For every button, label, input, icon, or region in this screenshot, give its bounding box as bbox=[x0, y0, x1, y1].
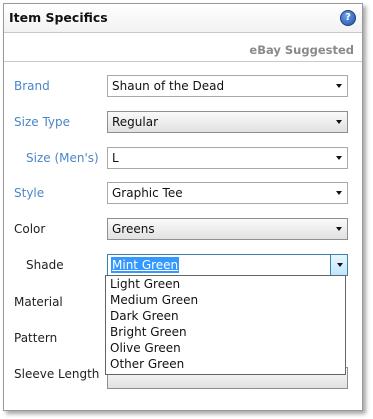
color-label: Color bbox=[14, 222, 46, 236]
sleeve-length-label: Sleeve Length bbox=[14, 367, 100, 381]
chevron-down-icon bbox=[337, 263, 343, 267]
shade-dropdown-list: Light Green Medium Green Dark Green Brig… bbox=[105, 275, 346, 375]
pattern-label: Pattern bbox=[14, 331, 58, 345]
size-mens-select[interactable]: L bbox=[107, 147, 348, 169]
brand-row: Brand Shaun of the Dead bbox=[4, 75, 362, 97]
size-mens-value: L bbox=[112, 151, 119, 165]
panel-header: Item Specifics ? bbox=[4, 4, 362, 33]
chevron-down-icon bbox=[336, 84, 342, 88]
style-label: Style bbox=[14, 186, 45, 200]
dropdown-option[interactable]: Bright Green bbox=[106, 324, 345, 340]
size-type-value: Regular bbox=[112, 115, 159, 129]
chevron-down-icon bbox=[336, 227, 342, 231]
dropdown-button[interactable] bbox=[330, 255, 347, 275]
dropdown-option[interactable]: Dark Green bbox=[106, 308, 345, 324]
size-mens-row: Size (Men's) L bbox=[4, 147, 362, 169]
dropdown-option[interactable]: Light Green bbox=[106, 276, 345, 292]
style-row: Style Graphic Tee bbox=[4, 182, 362, 204]
shade-label: Shade bbox=[26, 258, 64, 272]
color-row: Color Greens bbox=[4, 218, 362, 240]
shade-select[interactable]: Mint Green bbox=[107, 254, 348, 276]
chevron-down-icon bbox=[336, 120, 342, 124]
brand-value: Shaun of the Dead bbox=[112, 79, 225, 93]
size-type-row: Size Type Regular bbox=[4, 111, 362, 133]
suggested-bar: eBay Suggested bbox=[4, 33, 362, 62]
help-icon[interactable]: ? bbox=[340, 10, 356, 26]
panel-title: Item Specifics bbox=[9, 10, 108, 25]
dropdown-option[interactable]: Olive Green bbox=[106, 340, 345, 356]
chevron-down-icon bbox=[336, 191, 342, 195]
size-mens-label: Size (Men's) bbox=[26, 151, 99, 165]
dropdown-option[interactable]: Other Green bbox=[106, 356, 345, 372]
color-select[interactable]: Greens bbox=[107, 218, 348, 240]
brand-select[interactable]: Shaun of the Dead bbox=[107, 75, 348, 97]
chevron-down-icon bbox=[336, 156, 342, 160]
size-type-label: Size Type bbox=[14, 115, 71, 129]
shade-value: Mint Green bbox=[111, 257, 180, 273]
material-label: Material bbox=[14, 295, 63, 309]
brand-label: Brand bbox=[14, 79, 50, 93]
ebay-suggested-label: eBay Suggested bbox=[249, 43, 354, 57]
dropdown-option[interactable]: Medium Green bbox=[106, 292, 345, 308]
style-select[interactable]: Graphic Tee bbox=[107, 182, 348, 204]
size-type-select[interactable]: Regular bbox=[107, 111, 348, 133]
color-value: Greens bbox=[112, 222, 155, 236]
shade-row: Shade Mint Green bbox=[4, 254, 362, 276]
style-value: Graphic Tee bbox=[112, 186, 183, 200]
